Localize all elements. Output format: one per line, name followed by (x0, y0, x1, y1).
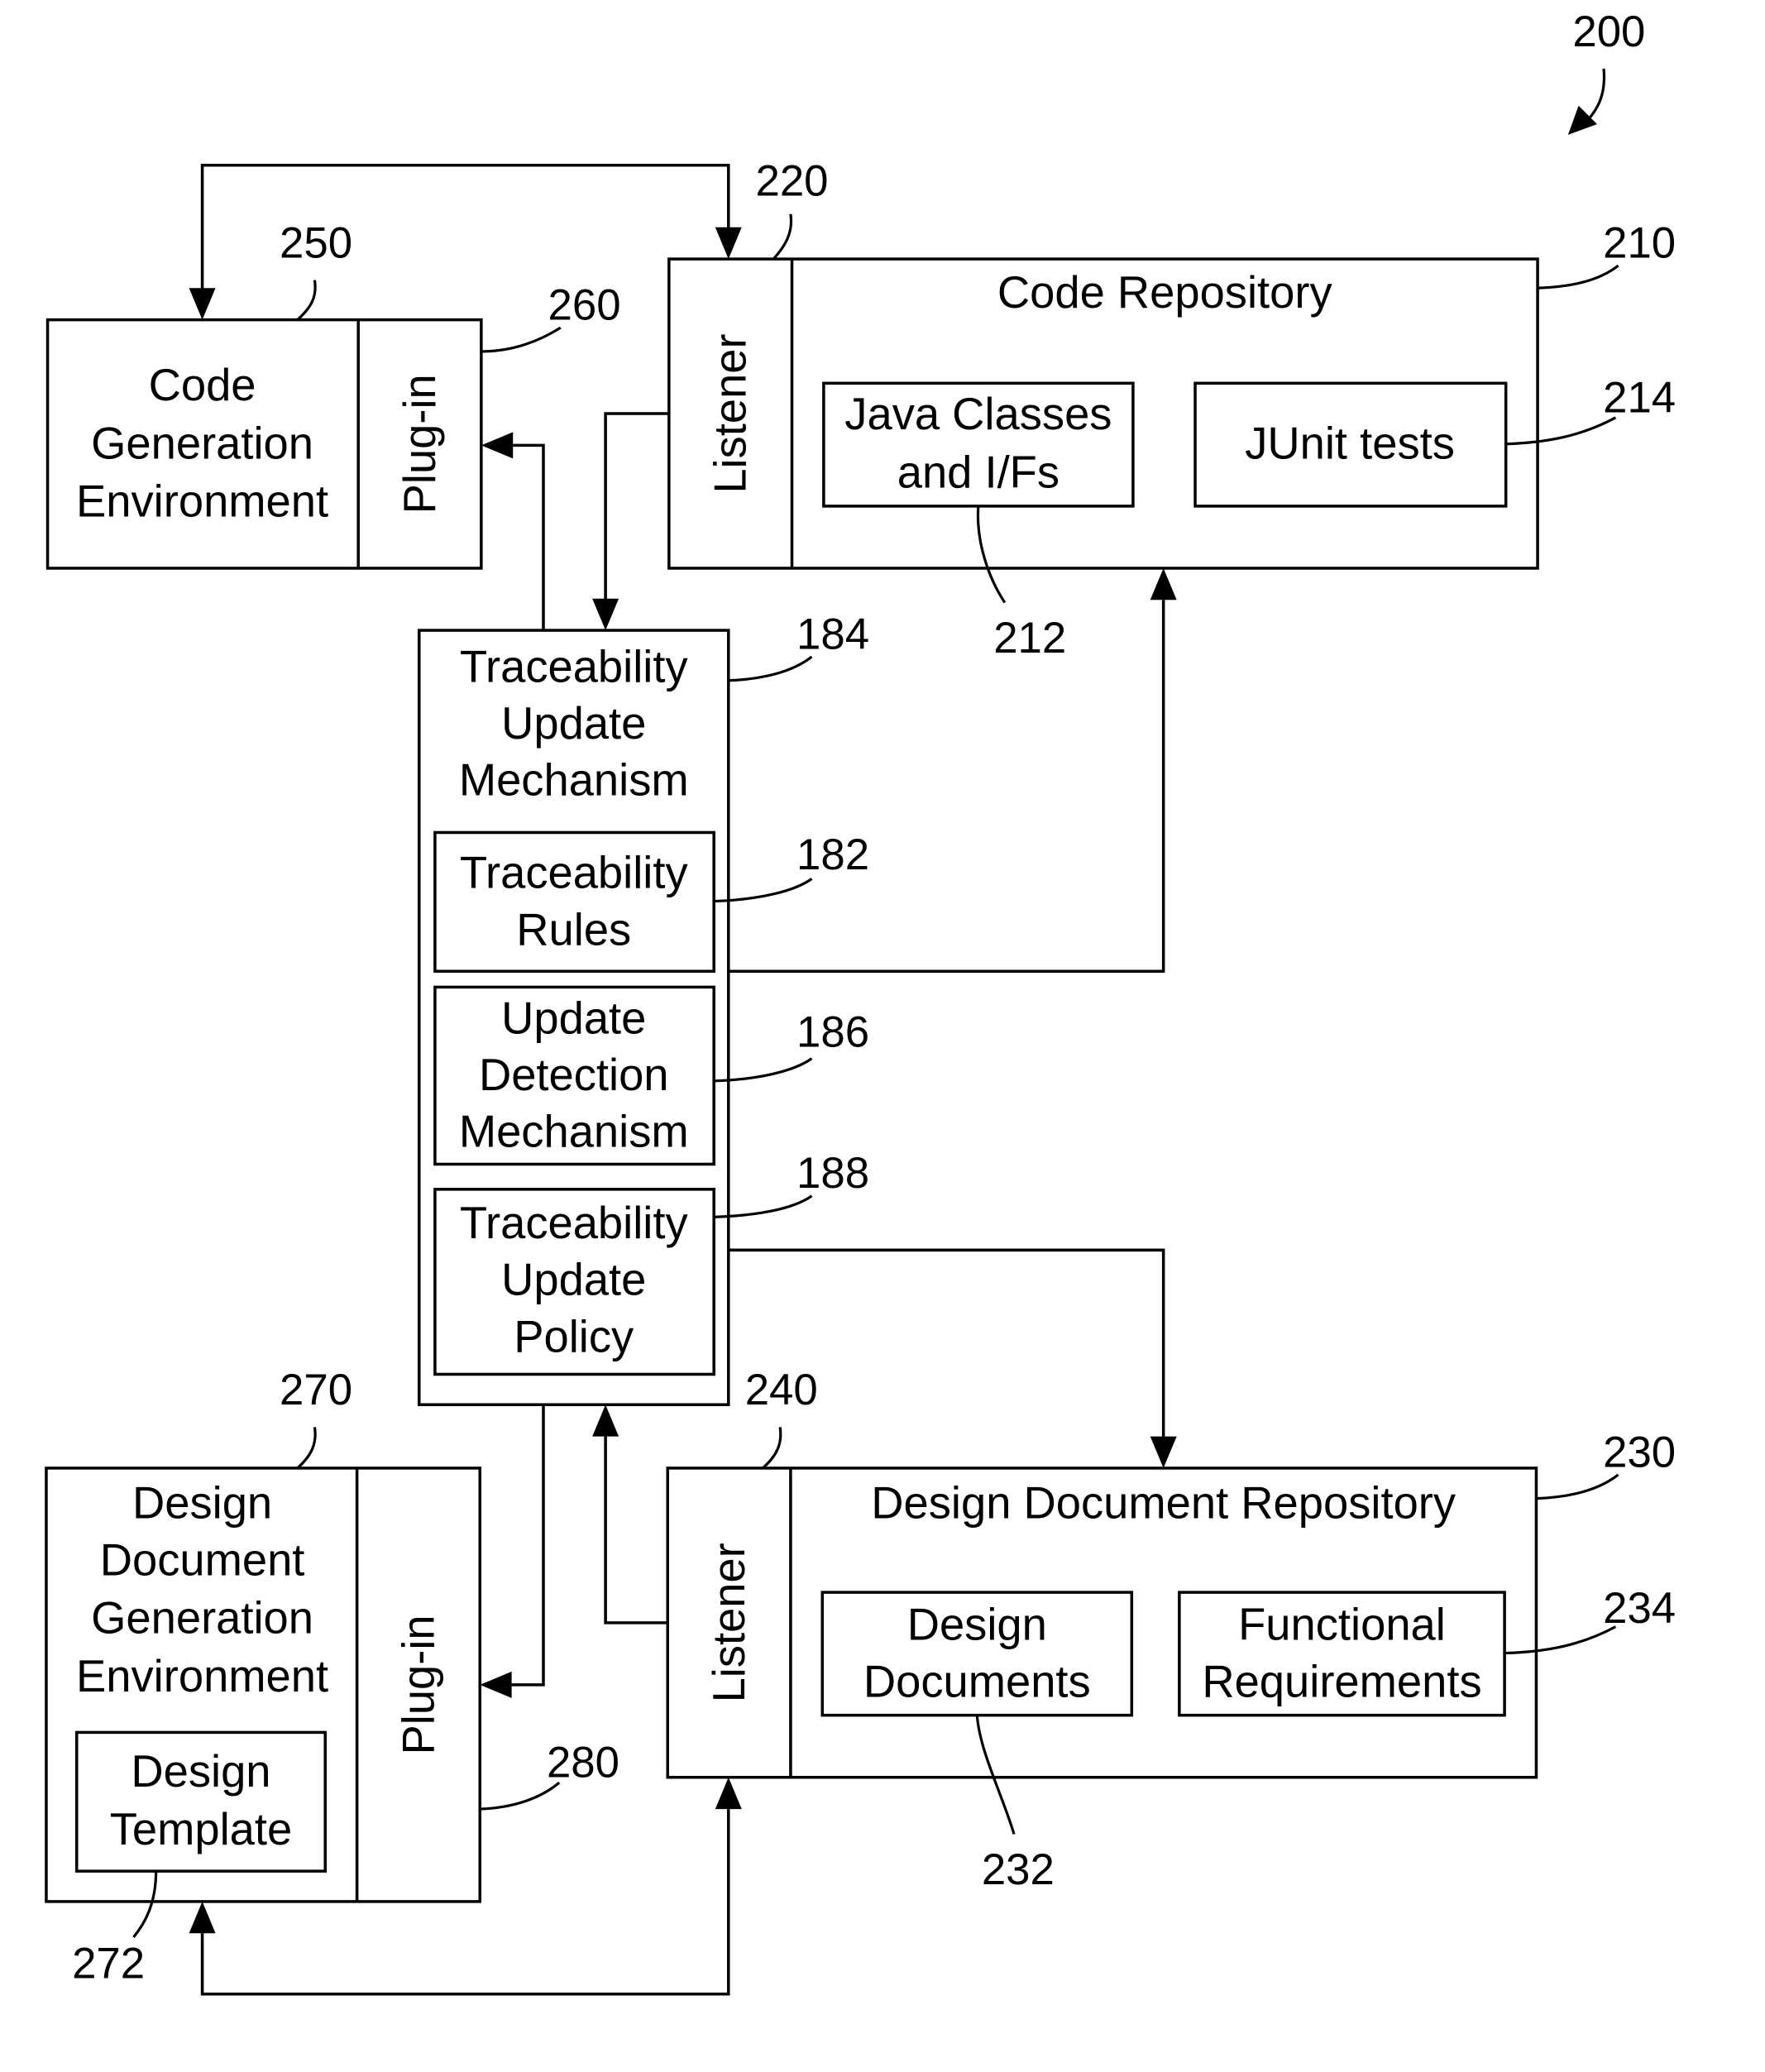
ref-182: 182 (796, 830, 869, 879)
arrowhead-to-codegen-plugin-icon (481, 432, 514, 459)
rules-label-1: Traceability (460, 848, 689, 898)
code-repo-title: Code Repository (997, 267, 1333, 318)
arrowhead-to-listener-240-icon (715, 1777, 742, 1810)
leader-184 (728, 655, 813, 682)
ref-240: 240 (745, 1366, 818, 1414)
tum-label-3: Mechanism (459, 755, 689, 806)
code-generation-environment: Code Generation Environment Plug-in (45, 318, 483, 570)
design-documents-label-1: Design (907, 1600, 1047, 1650)
junit-tests-label: JUnit tests (1245, 418, 1455, 468)
system-diagram: 200 Code Generation Environment Plug-in … (45, 7, 1676, 1996)
design-document-generation-environment: Design Document Generation Environment D… (45, 1467, 482, 1903)
ref-214: 214 (1603, 373, 1676, 422)
ddge-plugin-label: Plug-in (393, 1615, 443, 1754)
template-label-2: Template (110, 1804, 293, 1854)
arrowhead-to-codegen-icon (189, 288, 216, 320)
ddr-title: Design Document Repository (871, 1478, 1456, 1529)
policy-label-1: Traceability (460, 1198, 689, 1248)
arrowhead-to-tum-top-icon (592, 598, 619, 631)
functional-req-label-2: Requirements (1202, 1656, 1481, 1706)
code-gen-label-2: Generation (91, 418, 313, 468)
traceability-update-mechanism: Traceability Update Mechanism Traceabili… (417, 629, 730, 1406)
ddr-listener-label: Listener (704, 1543, 754, 1702)
functional-req-label-1: Functional (1238, 1600, 1446, 1650)
leader-250 (296, 280, 317, 321)
ref-234: 234 (1603, 1584, 1676, 1633)
ref-220: 220 (756, 156, 829, 205)
ddge-label-4: Environment (76, 1651, 328, 1701)
ref-186: 186 (796, 1007, 869, 1056)
ddge-label-2: Document (100, 1534, 305, 1585)
ref-232: 232 (982, 1845, 1055, 1894)
leader-230 (1536, 1473, 1619, 1500)
ref-210: 210 (1603, 219, 1676, 268)
ref-270: 270 (280, 1366, 352, 1414)
connector-tum-to-ddge-plugin (511, 1404, 545, 1687)
connector-tum-to-codegen-plugin (513, 443, 545, 631)
connector-listener220-to-tum (604, 412, 669, 605)
detection-label-2: Detection (479, 1050, 669, 1100)
policy-label-3: Policy (514, 1311, 634, 1361)
arrowhead-to-ddge-icon (189, 1901, 216, 1934)
design-documents-label-2: Documents (863, 1656, 1091, 1706)
figure-arrowhead-icon (1567, 105, 1597, 135)
code-gen-plugin-label: Plug-in (395, 374, 445, 514)
ref-212: 212 (993, 614, 1066, 663)
ref-280: 280 (547, 1739, 619, 1787)
ref-184: 184 (796, 610, 869, 658)
java-classes-label-1: Java Classes (844, 389, 1112, 439)
design-document-repository: Listener Design Document Repository Desi… (666, 1467, 1538, 1779)
leader-220 (772, 213, 793, 261)
leader-260 (481, 326, 562, 353)
connector-tum-to-code-repo (728, 600, 1165, 973)
ddge-label-1: Design (132, 1478, 272, 1529)
leader-210 (1537, 264, 1619, 290)
leader-240 (762, 1427, 782, 1470)
arrowhead-to-ddge-plugin-icon (480, 1671, 512, 1698)
tum-label-2: Update (501, 698, 646, 749)
template-label-1: Design (131, 1746, 270, 1797)
code-repo-listener-label: Listener (706, 333, 756, 493)
arrowhead-to-tum-bottom-icon (592, 1404, 619, 1437)
arrowhead-to-listener-220-icon (715, 227, 742, 260)
policy-label-2: Update (501, 1255, 646, 1305)
ref-200: 200 (1572, 7, 1645, 56)
ddge-label-3: Generation (91, 1593, 313, 1644)
rules-label-2: Rules (516, 904, 631, 955)
tum-label-1: Traceability (460, 641, 689, 691)
ref-230: 230 (1603, 1428, 1676, 1476)
ref-250: 250 (280, 219, 352, 268)
ref-260: 260 (548, 281, 621, 330)
detection-label-3: Mechanism (459, 1107, 689, 1157)
leader-270 (296, 1427, 317, 1470)
arrowhead-to-ddr-icon (1150, 1436, 1177, 1468)
code-repository: Listener Code Repository Java Classes an… (667, 257, 1539, 570)
detection-label-1: Update (501, 993, 646, 1043)
java-classes-label-2: and I/Fs (897, 447, 1059, 498)
ref-188: 188 (796, 1149, 869, 1198)
connector-listener240-to-tum (604, 1436, 668, 1625)
ref-272: 272 (72, 1940, 145, 1988)
code-gen-label-3: Environment (76, 476, 328, 527)
code-gen-label-1: Code (149, 360, 256, 410)
arrowhead-to-code-repo-icon (1150, 567, 1177, 601)
